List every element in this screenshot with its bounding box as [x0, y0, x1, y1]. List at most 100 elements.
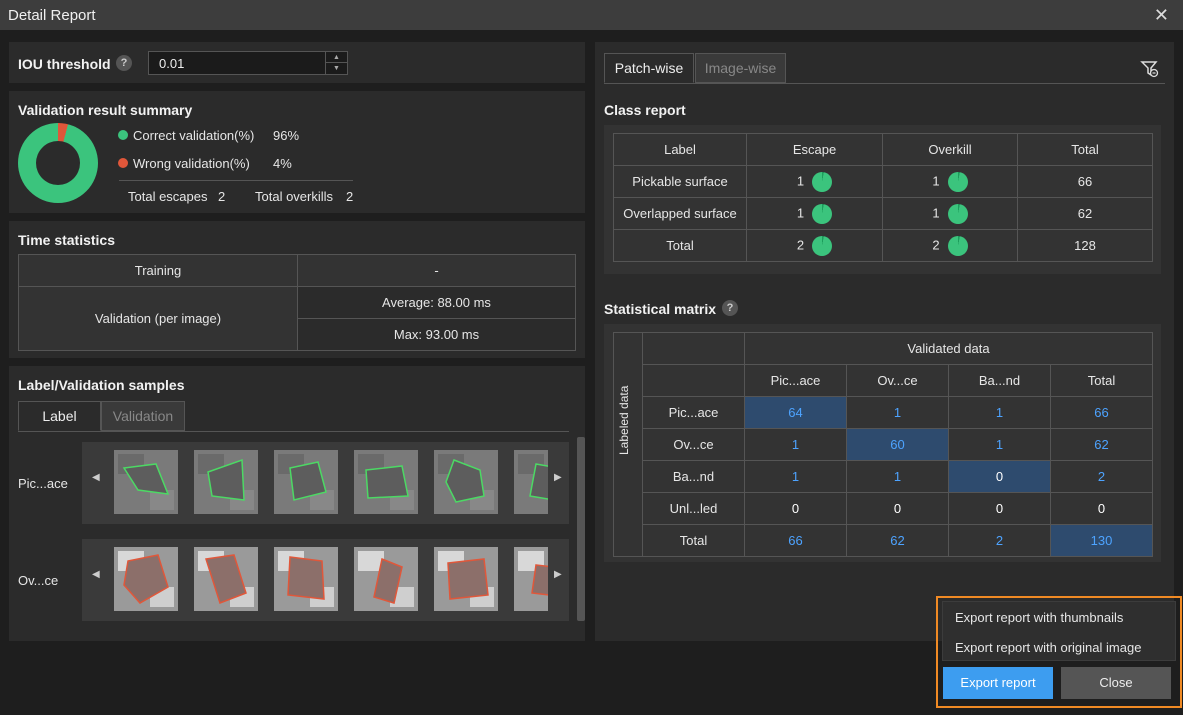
- overkill-pie-icon[interactable]: [947, 171, 968, 192]
- overkill-cell[interactable]: 1: [882, 197, 1018, 230]
- tab-image-wise[interactable]: Image-wise: [695, 53, 786, 83]
- close-button[interactable]: Close: [1061, 667, 1171, 699]
- validation-label: Validation (per image): [18, 286, 298, 351]
- overkill-cell[interactable]: 2: [882, 229, 1018, 262]
- export-report-button[interactable]: Export report: [943, 667, 1053, 699]
- matrix-col-header: Total: [1050, 364, 1153, 397]
- strip-left-icon[interactable]: ◀: [92, 472, 100, 483]
- sample-thumbnail[interactable]: [514, 547, 548, 611]
- thumbnail-image: [354, 547, 418, 611]
- class-report-title: Class report: [604, 102, 686, 118]
- matrix-cell[interactable]: 64: [744, 396, 847, 429]
- sample-row-label: Ov...ce: [18, 573, 59, 588]
- matrix-cell[interactable]: 1: [948, 396, 1051, 429]
- overkill-pie-icon[interactable]: [947, 235, 968, 256]
- sample-thumbnail[interactable]: [194, 450, 258, 514]
- thumbnail-image: [434, 547, 498, 611]
- tab-label[interactable]: Label: [18, 401, 101, 431]
- iou-value[interactable]: 0.01: [159, 56, 184, 71]
- matrix-cell[interactable]: 62: [846, 524, 949, 557]
- sample-thumbnail[interactable]: [434, 450, 498, 514]
- escape-pie-icon[interactable]: [812, 171, 833, 192]
- escape-pie-icon[interactable]: [812, 203, 833, 224]
- matrix-cell[interactable]: 2: [948, 524, 1051, 557]
- matrix-cell[interactable]: 130: [1050, 524, 1153, 557]
- iou-spin-arrows: ▲ ▼: [325, 52, 347, 74]
- strip-left-icon[interactable]: ◀: [92, 569, 100, 580]
- overkill-count: 1: [932, 204, 940, 220]
- sample-thumbnail[interactable]: [434, 547, 498, 611]
- row-label: Overlapped surface: [613, 197, 747, 230]
- table-row: Ba...nd 1 1 0 2: [614, 460, 1153, 493]
- sample-thumbnail[interactable]: [514, 450, 548, 514]
- overkill-pie-icon[interactable]: [947, 203, 968, 224]
- export-original-item[interactable]: Export report with original image: [955, 640, 1141, 655]
- escape-cell[interactable]: 1: [746, 197, 883, 230]
- export-thumbnails-item[interactable]: Export report with thumbnails: [955, 610, 1123, 625]
- sample-thumbnail[interactable]: [274, 450, 338, 514]
- iou-help-icon[interactable]: ?: [116, 55, 132, 71]
- tab-patch-wise[interactable]: Patch-wise: [604, 53, 694, 83]
- matrix-row-header: Total: [642, 524, 745, 557]
- escape-count: 1: [796, 204, 805, 220]
- matrix-cell[interactable]: 1: [948, 428, 1051, 461]
- strip-right-icon[interactable]: ▶: [554, 569, 562, 580]
- matrix-corner: [642, 332, 745, 365]
- sample-thumbnail[interactable]: [354, 547, 418, 611]
- matrix-cell[interactable]: 1: [744, 460, 847, 493]
- matrix-cell[interactable]: 62: [1050, 428, 1153, 461]
- matrix-cell[interactable]: 1: [744, 428, 847, 461]
- samples-title: Label/Validation samples: [18, 377, 185, 393]
- sample-thumbnail[interactable]: [274, 547, 338, 611]
- matrix-cell[interactable]: 1: [846, 460, 949, 493]
- table-row: Pic...ace 64 1 1 66: [614, 396, 1153, 429]
- wrong-label: Wrong validation(%): [133, 156, 250, 171]
- matrix-cell[interactable]: 0: [1050, 492, 1153, 525]
- matrix-cell[interactable]: 2: [1050, 460, 1153, 493]
- sample-strip-overlapped: ◀ ▶: [82, 539, 569, 621]
- labeled-data-header: Labeled data: [613, 332, 643, 557]
- sample-thumbnail[interactable]: [114, 547, 178, 611]
- thumbnail-image: [514, 547, 548, 611]
- iou-spinbox[interactable]: 0.01 ▲ ▼: [148, 51, 348, 75]
- escape-pie-icon[interactable]: [812, 235, 833, 256]
- time-title: Time statistics: [18, 232, 116, 248]
- overkill-cell[interactable]: 1: [882, 165, 1018, 198]
- labeled-data-label: Labeled data: [617, 385, 631, 455]
- sample-thumbnail[interactable]: [194, 547, 258, 611]
- matrix-help-icon[interactable]: ?: [722, 300, 738, 316]
- filter-settings-icon[interactable]: [1140, 59, 1160, 79]
- matrix-cell[interactable]: 0: [846, 492, 949, 525]
- thumbnail-image: [114, 450, 178, 514]
- matrix-cell[interactable]: 66: [1050, 396, 1153, 429]
- table-row: Total 2 2 128: [613, 229, 1153, 262]
- close-icon[interactable]: ✕: [1154, 5, 1169, 26]
- matrix-cell[interactable]: 60: [846, 428, 949, 461]
- matrix-cell[interactable]: 0: [744, 492, 847, 525]
- correct-label: Correct validation(%): [133, 128, 255, 143]
- sample-thumbnail[interactable]: [354, 450, 418, 514]
- tab-validation[interactable]: Validation: [101, 401, 185, 431]
- escape-cell[interactable]: 2: [746, 229, 883, 262]
- matrix-cell[interactable]: 0: [948, 492, 1051, 525]
- escape-cell[interactable]: 1: [746, 165, 883, 198]
- matrix-cell[interactable]: 66: [744, 524, 847, 557]
- summary-panel: Validation result summary Correct valida…: [9, 91, 585, 213]
- time-table: Training - Validation (per image) Averag…: [18, 254, 576, 351]
- escape-count: 1: [796, 172, 805, 188]
- training-value: -: [297, 254, 576, 287]
- sample-thumbnail[interactable]: [114, 450, 178, 514]
- table-row: Overlapped surface 1 1 62: [613, 197, 1153, 230]
- overkills-label: Total overkills: [255, 189, 334, 204]
- matrix-cell[interactable]: 0: [948, 460, 1051, 493]
- strip-right-icon[interactable]: ▶: [554, 472, 562, 483]
- samples-scrollbar[interactable]: [577, 437, 585, 621]
- spin-up-icon[interactable]: ▲: [326, 52, 347, 63]
- right-tab-line: [604, 83, 1165, 84]
- class-report-table: Label Escape Overkill Total Pickable sur…: [613, 133, 1153, 262]
- matrix-cell[interactable]: 1: [846, 396, 949, 429]
- thumbnail-image: [434, 450, 498, 514]
- thumbnail-image: [114, 547, 178, 611]
- export-menu: Export report with thumbnails Export rep…: [942, 601, 1176, 661]
- spin-down-icon[interactable]: ▼: [326, 63, 347, 74]
